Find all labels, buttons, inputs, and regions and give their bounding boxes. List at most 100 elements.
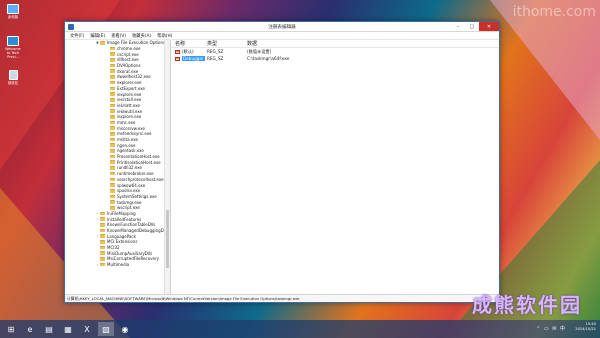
folder-icon bbox=[100, 217, 105, 221]
folder-icon bbox=[100, 41, 105, 45]
tree-node-label: Image File Execution Options bbox=[107, 40, 166, 46]
tree-node-label: MsiCorruptedFileRecovery bbox=[107, 256, 159, 262]
folder-icon bbox=[100, 240, 105, 244]
taskbar-app[interactable]: ◉ bbox=[117, 322, 133, 336]
value-data: (数值未设置) bbox=[247, 48, 272, 54]
tree-node-label: mmc.exe bbox=[117, 119, 136, 125]
folder-icon bbox=[110, 114, 115, 119]
menu-view[interactable]: 查看(V) bbox=[108, 33, 129, 39]
value-data: C:\taskmgr\a64f.exe bbox=[247, 56, 290, 61]
tree-node-label: LanguagePack bbox=[107, 233, 136, 239]
desktop-icon-label: Welcome to Tech Previ... bbox=[5, 47, 21, 59]
tree-node-label: KnownFunctionTableDlls bbox=[107, 222, 156, 228]
values-header: 名称 类型 数据 bbox=[171, 40, 499, 48]
folder-icon bbox=[100, 251, 105, 256]
tree-node-label: cscript.exe bbox=[117, 51, 139, 57]
menu-file[interactable]: 文件(F) bbox=[67, 33, 87, 39]
tree-node-label: chrome.exe bbox=[117, 46, 141, 52]
folder-icon bbox=[110, 86, 115, 91]
tree-node-label: MiniDumpAuxiliaryDlls bbox=[107, 250, 153, 256]
desktop-icon-welcome[interactable]: Welcome to Tech Previ... bbox=[4, 36, 22, 59]
tree-node-label: IniFileMapping bbox=[107, 210, 136, 216]
folder-icon bbox=[100, 211, 105, 216]
watermark-chengxiong: 成熊软件园 bbox=[472, 293, 582, 317]
recycle-bin-icon bbox=[8, 70, 18, 80]
tree-node-label: taskmgr.exe bbox=[117, 199, 142, 205]
folder-icon bbox=[110, 137, 115, 142]
computer-icon bbox=[7, 4, 19, 14]
tree-node-label: KnownManagedDebuggingDlls bbox=[107, 228, 169, 234]
maximize-button[interactable]: □ bbox=[465, 22, 479, 31]
folder-icon bbox=[110, 46, 115, 51]
tree-node-label: ngen.exe bbox=[117, 142, 136, 148]
column-header-name[interactable]: 名称 bbox=[171, 40, 207, 47]
taskbar-ie[interactable]: e bbox=[22, 322, 38, 336]
folder-icon bbox=[110, 97, 115, 102]
tree-node-label: spoolsv.exe bbox=[117, 188, 141, 194]
clock-date: 2014/10/21 bbox=[575, 327, 596, 331]
start-button[interactable]: ⊞ bbox=[3, 322, 19, 336]
folder-icon bbox=[100, 228, 105, 233]
value-name: Debugger bbox=[182, 56, 205, 61]
tree-node-label: dllhost.exe bbox=[117, 57, 139, 63]
value-row-debugger[interactable]: ab Debugger REG_SZ C:\taskmgr\a64f.exe bbox=[171, 55, 499, 62]
folder-icon bbox=[110, 69, 115, 74]
folder-icon bbox=[110, 143, 115, 148]
folder-icon bbox=[110, 177, 115, 182]
tree-node-label: mscorsvw.exe bbox=[117, 125, 145, 131]
tree-node-label: searchprotocolhost.exe bbox=[117, 176, 164, 182]
values-pane: 名称 类型 数据 ab (默认) REG_SZ (数值未设置) ab Debug… bbox=[171, 40, 499, 294]
tree-node-label: ngentask.exe bbox=[117, 148, 144, 154]
menu-help[interactable]: 帮助(H) bbox=[154, 33, 175, 39]
folder-icon bbox=[110, 166, 115, 170]
tree-node-label: dwwdhost32.exe bbox=[117, 74, 151, 80]
folder-icon bbox=[110, 120, 115, 125]
tree-node[interactable]: › Multimedia bbox=[65, 262, 170, 268]
minimize-button[interactable]: – bbox=[451, 22, 465, 31]
folder-icon bbox=[110, 132, 115, 136]
tree-node-label: Multimedia bbox=[107, 262, 130, 268]
string-value-icon: ab bbox=[175, 49, 180, 54]
menu-favorites[interactable]: 收藏夹(A) bbox=[129, 33, 154, 39]
watermark-ithome: ithome.com bbox=[512, 4, 596, 20]
column-header-data[interactable]: 数据 bbox=[247, 40, 499, 47]
folder-icon bbox=[110, 194, 115, 199]
taskbar-regedit[interactable]: ▧ bbox=[98, 322, 114, 336]
registry-editor-window: 注册表编辑器 – □ ✕ 文件(F) 编辑(E) 查看(V) 收藏夹(A) 帮助… bbox=[64, 21, 500, 303]
string-value-icon: ab bbox=[175, 56, 180, 61]
folder-icon bbox=[110, 58, 115, 62]
folder-icon bbox=[110, 75, 115, 79]
folder-icon bbox=[100, 257, 105, 261]
close-button[interactable]: ✕ bbox=[479, 22, 499, 31]
tree-node-label: ExtExport.exe bbox=[117, 85, 145, 91]
tree-node-label: MCI Extensions bbox=[107, 239, 138, 245]
tray-icons[interactable]: ⌃ ▭ ✉ 中 bbox=[536, 325, 566, 332]
folder-icon bbox=[110, 63, 115, 68]
taskbar-excel[interactable]: X bbox=[79, 322, 95, 336]
tree-node-label: iexplore.exe bbox=[117, 91, 142, 97]
taskbar-store[interactable]: ▦ bbox=[60, 322, 76, 336]
desktop-icon-recycle-bin[interactable]: 回收站 bbox=[4, 70, 22, 85]
tree-node-label: iexrstall.exe bbox=[117, 97, 142, 103]
value-row-default[interactable]: ab (默认) REG_SZ (数值未设置) bbox=[171, 48, 499, 55]
taskbar-explorer[interactable]: ▤ bbox=[41, 322, 57, 336]
folder-icon bbox=[110, 183, 115, 187]
folder-icon bbox=[110, 171, 115, 176]
tree-node-label: rundll32.exe bbox=[117, 165, 142, 171]
scrollbar-thumb[interactable] bbox=[166, 210, 169, 268]
folder-icon bbox=[110, 80, 115, 85]
menu-edit[interactable]: 编辑(E) bbox=[87, 33, 108, 39]
folder-icon bbox=[110, 205, 115, 210]
tree-node-label: splwow64.exe bbox=[117, 182, 146, 188]
clock[interactable]: 15:40 2014/10/21 bbox=[575, 322, 596, 332]
registry-tree: ▼ Image File Execution Options chrome.exe c… bbox=[65, 40, 171, 294]
folder-icon bbox=[100, 245, 105, 250]
folder-icon bbox=[110, 126, 115, 130]
desktop-icon-this-pc[interactable]: 此电脑 bbox=[4, 4, 22, 19]
title-bar[interactable]: 注册表编辑器 – □ ✕ bbox=[65, 22, 499, 32]
folder-icon bbox=[110, 103, 115, 108]
column-header-type[interactable]: 类型 bbox=[207, 40, 247, 47]
tree-scrollbar[interactable] bbox=[164, 40, 170, 294]
folder-icon bbox=[110, 160, 115, 165]
taskbar: ⊞ e ▤ ▦ X ▧ ◉ ⌃ ▭ ✉ 中 15:40 2014/10/21 bbox=[0, 320, 600, 338]
